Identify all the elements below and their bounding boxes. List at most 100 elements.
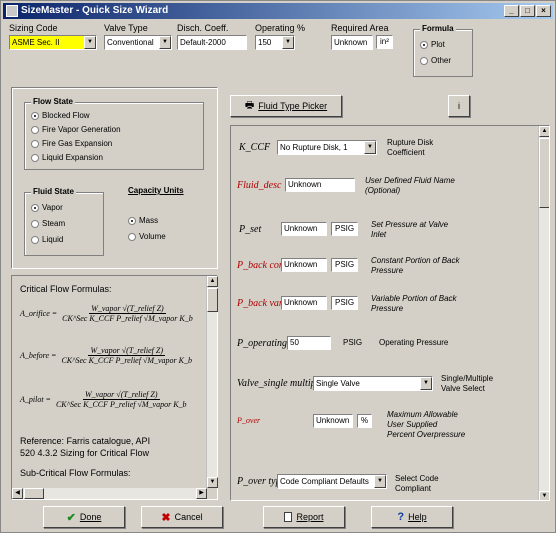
scroll-thumb[interactable] (24, 488, 44, 499)
scroll-up-icon[interactable]: ▲ (539, 126, 549, 137)
overpressure-desc: Maximum Allowable User Supplied Percent … (387, 410, 466, 439)
cancel-button[interactable]: ✖ Cancel (141, 506, 223, 528)
flow-state-title: Flow State (31, 97, 76, 106)
scroll-thumb[interactable] (539, 138, 549, 208)
required-area-field: Unknown (331, 35, 373, 50)
fluid-name-desc: User Defined Fluid Name (Optional) (365, 176, 455, 195)
fluid-name-value: Unknown (288, 180, 322, 189)
set-pressure-input[interactable]: Unknown (281, 222, 327, 236)
rupture-disk-select[interactable]: No Rupture Disk, 1 ▼ (277, 140, 377, 155)
report-button[interactable]: Report (263, 506, 345, 528)
chevron-down-icon[interactable]: ▼ (374, 475, 386, 488)
radio-dot[interactable] (31, 219, 39, 228)
equation-lhs: A_before = (20, 351, 57, 360)
radio-dot[interactable] (31, 235, 39, 244)
capacity-radio-volume[interactable]: Volume (128, 232, 166, 241)
code-defaults-desc: Select Code Compliant (395, 474, 439, 493)
kccf-symbol: K_CCF (239, 142, 271, 153)
fluid-type-picker-button[interactable]: 🖶 Fluid Type Picker (230, 95, 342, 117)
scroll-down-icon[interactable]: ▼ (207, 477, 218, 488)
help-button[interactable]: ? Help (371, 506, 453, 528)
var-back-pressure-unit: PSIG (331, 296, 359, 310)
radio-dot[interactable] (31, 203, 39, 212)
operating-pressure-input[interactable]: 50 (287, 336, 331, 350)
radio-dot[interactable] (31, 139, 39, 148)
chevron-down-icon[interactable]: ▼ (282, 36, 294, 49)
equation-orifice: A_orifice = W_vapor √(T_relief Z) CK^Sec … (20, 304, 195, 323)
fluid-radio-liquid[interactable]: Liquid (31, 235, 63, 244)
formula-horizontal-scrollbar[interactable]: ◀ ▶ (12, 488, 207, 499)
const-back-pressure-input[interactable]: Unknown (281, 258, 327, 272)
scroll-thumb[interactable] (207, 288, 218, 312)
equation-before: A_before = W_vapor √(T_relief Z) CK^Sec K… (20, 346, 194, 365)
rupture-disk-desc: Rupture Disk Coefficient (387, 138, 434, 157)
formula-radio-plot[interactable]: Plot (420, 40, 445, 49)
scroll-right-icon[interactable]: ▶ (196, 488, 207, 499)
overpressure-input[interactable]: Unknown (313, 414, 353, 428)
formula-group-title: Formula (420, 24, 456, 33)
checkmark-icon: ✔ (66, 511, 76, 524)
valve-count-select[interactable]: Single Valve ▼ (313, 376, 433, 391)
radio-dot[interactable] (128, 216, 136, 225)
radio-dot[interactable] (420, 56, 428, 65)
scroll-left-icon[interactable]: ◀ (12, 488, 23, 499)
radio-dot[interactable] (31, 153, 39, 162)
flow-option-label: Blocked Flow (42, 111, 90, 120)
parameter-vertical-scrollbar[interactable]: ▲ ▼ (538, 126, 549, 500)
formula-radio-other[interactable]: Other (420, 56, 451, 65)
fluid-radio-vapor[interactable]: Vapor (31, 203, 63, 212)
chevron-down-icon[interactable]: ▼ (84, 36, 96, 49)
chevron-down-icon[interactable]: ▼ (364, 141, 376, 154)
flow-radio-blocked[interactable]: Blocked Flow (31, 111, 90, 120)
pover-symbol: P_over (237, 416, 261, 425)
title-bar[interactable]: SizeMaster - Quick Size Wizard _ □ × (3, 3, 553, 19)
valve-type-select[interactable]: Conventional ▼ (104, 35, 172, 50)
valve-type-value: Conventional (107, 38, 154, 47)
operating-select[interactable]: 150 ▼ (255, 35, 295, 50)
flow-radio-fire-gas[interactable]: Fire Gas Expansion (31, 139, 112, 148)
fluid-name-input[interactable]: Unknown (285, 178, 355, 192)
reference-line-1: Reference: Farris catalogue, API (20, 436, 151, 446)
required-area-unit: in² (376, 35, 393, 49)
sizing-code-select[interactable]: ASME Sec. II ▼ (9, 35, 97, 50)
radio-dot[interactable] (420, 40, 428, 49)
chevron-down-icon[interactable]: ▼ (159, 36, 171, 49)
valve-count-desc: Single/Multiple Valve Select (441, 374, 494, 393)
scroll-up-icon[interactable]: ▲ (207, 276, 218, 287)
set-pressure-unit: PSIG (331, 222, 359, 236)
help-question-icon: ? (397, 511, 405, 523)
info-button[interactable]: i (448, 95, 470, 117)
flow-radio-liquid-exp[interactable]: Liquid Expansion (31, 153, 103, 162)
flow-radio-fire-vapor[interactable]: Fire Vapor Generation (31, 125, 121, 134)
radio-dot[interactable] (31, 111, 39, 120)
var-back-pressure-input[interactable]: Unknown (281, 296, 327, 310)
maximize-button[interactable]: □ (520, 5, 535, 17)
poperating-symbol: P_operating (237, 338, 287, 349)
done-button[interactable]: ✔ Done (43, 506, 125, 528)
overpressure-unit: % (357, 414, 373, 428)
flow-option-label: Fire Vapor Generation (42, 125, 121, 134)
capacity-units-group: Capacity Units Mass Volume (118, 186, 202, 256)
disch-coeff-field[interactable]: Default-2000 (177, 35, 247, 50)
radio-dot[interactable] (31, 125, 39, 134)
chevron-down-icon[interactable]: ▼ (420, 377, 432, 390)
capacity-radio-mass[interactable]: Mass (128, 216, 158, 225)
formula-vertical-scrollbar[interactable]: ▲ ▼ (206, 276, 218, 488)
disch-coeff-label: Disch. Coeff. (177, 23, 229, 33)
operating-pressure-value: 50 (290, 338, 299, 347)
reference-line-2: 520 4.3.2 Sizing for Critical Flow (20, 448, 150, 458)
code-defaults-select[interactable]: Code Compliant Defaults ▼ (277, 474, 387, 489)
picker-icon: 🖶 (244, 99, 255, 111)
operating-label: Operating % (255, 23, 306, 33)
code-defaults-value: Code Compliant Defaults (280, 477, 369, 486)
equation-denominator: CK^Sec K_CCF P_relief √M_vapor K_b (62, 314, 193, 323)
minimize-button[interactable]: _ (504, 5, 519, 17)
capacity-units-title: Capacity Units (128, 186, 184, 195)
const-back-pressure-value: Unknown (284, 260, 318, 269)
radio-dot[interactable] (128, 232, 136, 241)
close-button[interactable]: × (536, 5, 551, 17)
pset-symbol: P_set (239, 224, 262, 235)
fluid-radio-steam[interactable]: Steam (31, 219, 65, 228)
scroll-down-icon[interactable]: ▼ (539, 491, 549, 500)
fluid-state-title: Fluid State (31, 187, 76, 196)
